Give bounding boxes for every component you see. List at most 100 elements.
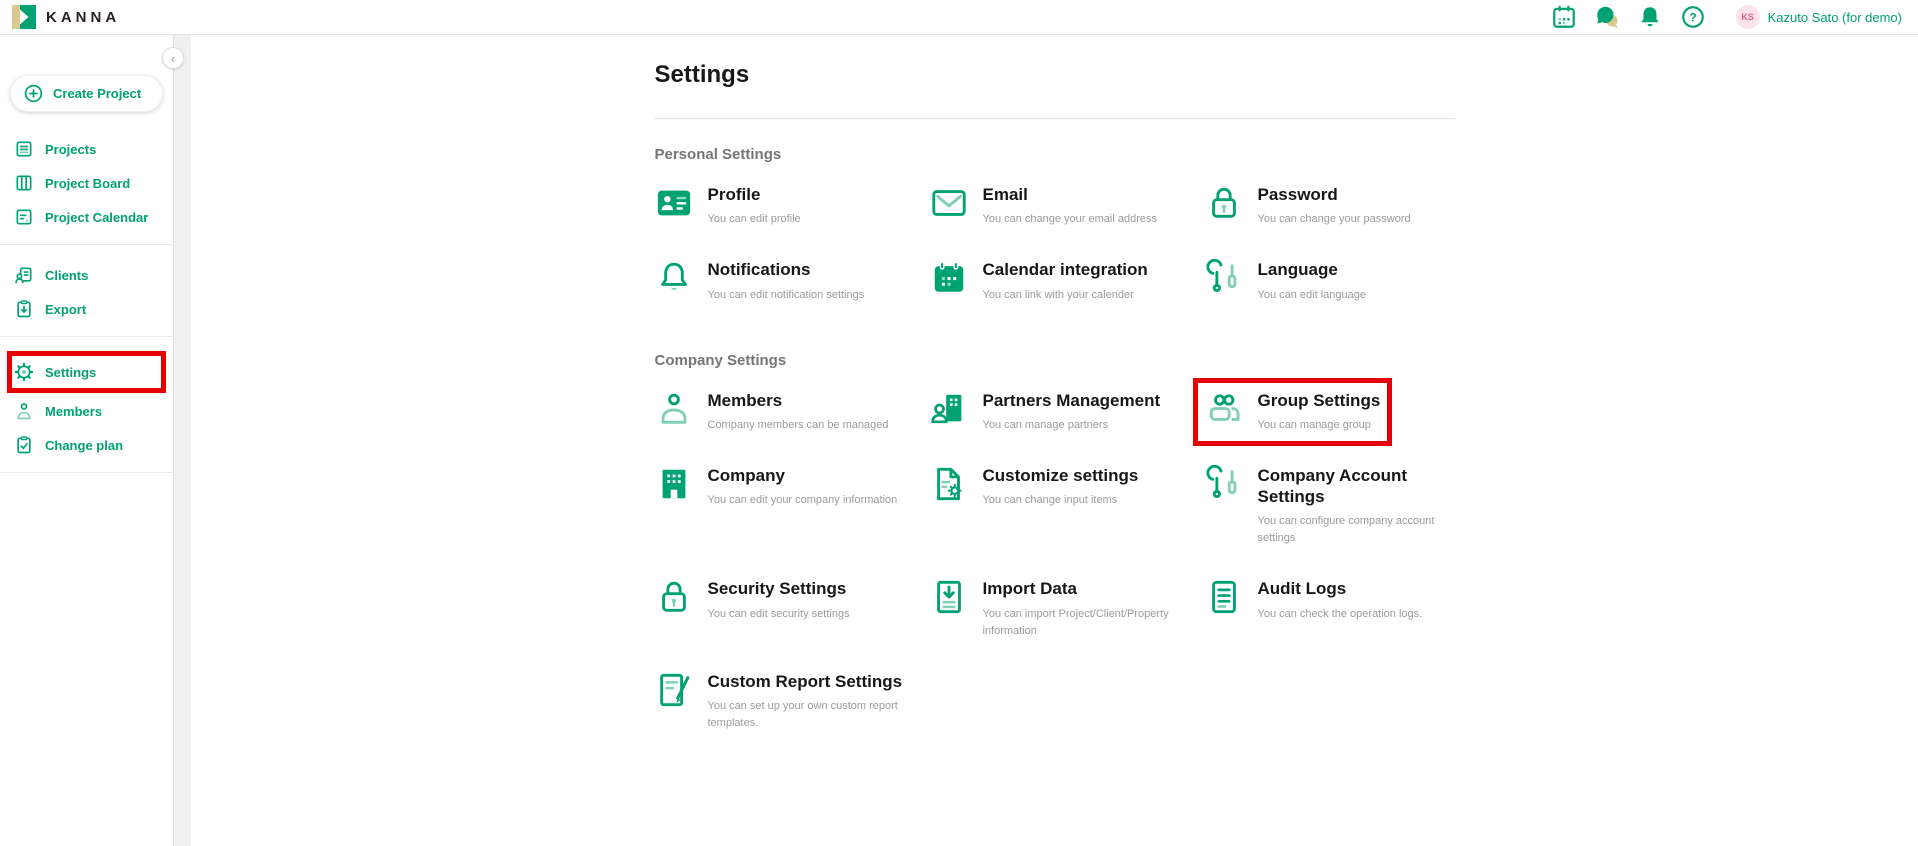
tile-description: You can configure company account settin… bbox=[1258, 513, 1455, 547]
app-header: KANNA ? KS Kazuto Sato (for demo) bbox=[0, 0, 1918, 35]
kanna-logo[interactable]: KANNA bbox=[12, 5, 120, 29]
tile-text: Password You can change your password bbox=[1258, 184, 1411, 228]
sidebar-item-settings[interactable]: Settings bbox=[11, 355, 162, 389]
settings-tile-email[interactable]: Email You can change your email address bbox=[930, 184, 1158, 228]
sidebar-item-change-plan[interactable]: Change plan bbox=[0, 428, 173, 462]
tile-description: You can import Project/Client/Property i… bbox=[983, 606, 1183, 640]
sidebar-group: Projects Project Board Project Calendar bbox=[0, 128, 173, 245]
tile-text: Profile You can edit profile bbox=[708, 184, 801, 228]
header-action-notifications[interactable] bbox=[1637, 4, 1663, 30]
main-content: Settings Personal Settings Profile You bbox=[191, 35, 1918, 846]
tile-description: You can change your email address bbox=[983, 211, 1158, 228]
tile-description: You can link with your calender bbox=[983, 287, 1148, 304]
tile-text: Members Company members can be managed bbox=[708, 390, 889, 434]
sidebar-item-label: Export bbox=[45, 302, 86, 317]
avatar: KS bbox=[1736, 5, 1760, 29]
settings-tile-profile[interactable]: Profile You can edit profile bbox=[655, 184, 801, 228]
sidebar-group: Settings Members Change plan bbox=[0, 346, 173, 473]
settings-tile-calendar-integration[interactable]: Calendar integration You can link with y… bbox=[930, 259, 1148, 303]
create-project-button[interactable]: Create Project bbox=[10, 75, 163, 112]
section-heading: Company Settings bbox=[655, 352, 1455, 369]
header-action-calendar[interactable] bbox=[1551, 4, 1577, 30]
tile-description: You can check the operation logs. bbox=[1258, 606, 1423, 623]
settings-tile-partners-management[interactable]: Partners Management You can manage partn… bbox=[930, 390, 1161, 434]
sidebar-item-projects[interactable]: Projects bbox=[0, 132, 173, 166]
user-menu[interactable]: KS Kazuto Sato (for demo) bbox=[1736, 5, 1902, 29]
kanna-logo-icon bbox=[12, 5, 36, 29]
tile-text: Notifications You can edit notification … bbox=[708, 259, 865, 303]
calendar-filled-icon bbox=[930, 259, 968, 297]
tile-title: Members bbox=[708, 390, 889, 411]
settings-tile-language[interactable]: Language You can edit language bbox=[1205, 259, 1366, 303]
sidebar-item-label: Members bbox=[45, 404, 102, 419]
tile-description: You can edit profile bbox=[708, 211, 801, 228]
header-action-help[interactable]: ? bbox=[1680, 4, 1706, 30]
sidebar-item-label: Project Calendar bbox=[45, 210, 148, 225]
group-icon bbox=[1205, 390, 1243, 428]
settings-tile-company[interactable]: Company You can edit your company inform… bbox=[655, 465, 898, 548]
tile-description: You can edit notification settings bbox=[708, 287, 865, 304]
header-action-chat[interactable] bbox=[1594, 4, 1620, 30]
sidebar-item-label: Clients bbox=[45, 268, 88, 283]
kanna-logo-text: KANNA bbox=[46, 9, 120, 26]
tile-description: You can edit language bbox=[1258, 287, 1366, 304]
settings-tile-custom-report-settings[interactable]: Custom Report Settings You can set up yo… bbox=[655, 671, 908, 732]
project-board-icon bbox=[14, 173, 34, 193]
settings-gear-icon bbox=[14, 362, 34, 382]
settings-tile-notifications[interactable]: Notifications You can edit notification … bbox=[655, 259, 865, 303]
change-plan-icon bbox=[14, 435, 34, 455]
settings-tile-company-account-settings[interactable]: Company Account Settings You can configu… bbox=[1205, 465, 1455, 548]
sidebar: ‹ Create Project Projects Project Board bbox=[0, 35, 174, 846]
sidebar-collapse-button[interactable]: ‹ bbox=[162, 47, 184, 69]
tile-text: Calendar integration You can link with y… bbox=[983, 259, 1148, 303]
header-actions: ? KS Kazuto Sato (for demo) bbox=[1551, 4, 1902, 30]
sidebar-item-clients[interactable]: Clients bbox=[0, 258, 173, 292]
sidebar-item-label: Settings bbox=[45, 365, 96, 380]
tile-title: Import Data bbox=[983, 578, 1183, 599]
settings-tile-members[interactable]: Members Company members can be managed bbox=[655, 390, 889, 434]
svg-text:?: ? bbox=[1689, 10, 1696, 24]
import-icon bbox=[930, 578, 968, 616]
tile-text: Partners Management You can manage partn… bbox=[983, 390, 1161, 434]
tile-description: You can edit your company information bbox=[708, 492, 898, 509]
tile-title: Group Settings bbox=[1258, 390, 1381, 411]
settings-tile-customize-settings[interactable]: Customize settings You can change input … bbox=[930, 465, 1139, 548]
header-icon-group: ? bbox=[1551, 4, 1706, 30]
sidebar-item-label: Projects bbox=[45, 142, 96, 157]
sidebar-item-members[interactable]: Members bbox=[0, 394, 173, 428]
tile-text: Company Account Settings You can configu… bbox=[1258, 465, 1455, 548]
tile-text: Company You can edit your company inform… bbox=[708, 465, 898, 509]
sidebar-item-label: Change plan bbox=[45, 438, 123, 453]
sidebar-item-label: Project Board bbox=[45, 176, 130, 191]
sidebar-item-project-calendar[interactable]: Project Calendar bbox=[0, 200, 173, 234]
tile-title: Custom Report Settings bbox=[708, 671, 908, 692]
header-calendar-icon bbox=[1551, 4, 1577, 30]
tools-icon bbox=[1205, 465, 1243, 503]
sidebar-nav: Projects Project Board Project Calendar bbox=[0, 128, 173, 473]
tile-text: Language You can edit language bbox=[1258, 259, 1366, 303]
settings-tile-audit-logs[interactable]: Audit Logs You can check the operation l… bbox=[1205, 578, 1423, 639]
sidebar-links bbox=[0, 482, 173, 494]
settings-tile-password[interactable]: Password You can change your password bbox=[1205, 184, 1411, 228]
tile-description: You can manage group bbox=[1258, 417, 1381, 434]
settings-tile-group-settings[interactable]: Group Settings You can manage group bbox=[1205, 390, 1381, 434]
tile-title: Profile bbox=[708, 184, 801, 205]
tile-text: Email You can change your email address bbox=[983, 184, 1158, 228]
settings-tile-security-settings[interactable]: Security Settings You can edit security … bbox=[655, 578, 850, 639]
tools-icon bbox=[1205, 259, 1243, 297]
report-icon bbox=[655, 671, 693, 709]
sidebar-item-export[interactable]: Export bbox=[0, 292, 173, 326]
settings-tile-import-data[interactable]: Import Data You can import Project/Clien… bbox=[930, 578, 1183, 639]
tile-title: Company Account Settings bbox=[1258, 465, 1455, 508]
tile-text: Security Settings You can edit security … bbox=[708, 578, 850, 622]
page: ‹ Create Project Projects Project Board bbox=[0, 0, 1918, 846]
audit-icon bbox=[1205, 578, 1243, 616]
tile-grid: Members Company members can be managed P… bbox=[655, 390, 1455, 733]
tile-title: Partners Management bbox=[983, 390, 1161, 411]
tile-title: Company bbox=[708, 465, 898, 486]
tile-text: Customize settings You can change input … bbox=[983, 465, 1139, 509]
customize-icon bbox=[930, 465, 968, 503]
sidebar-item-project-board[interactable]: Project Board bbox=[0, 166, 173, 200]
profile-icon bbox=[655, 184, 693, 222]
partners-icon bbox=[930, 390, 968, 428]
